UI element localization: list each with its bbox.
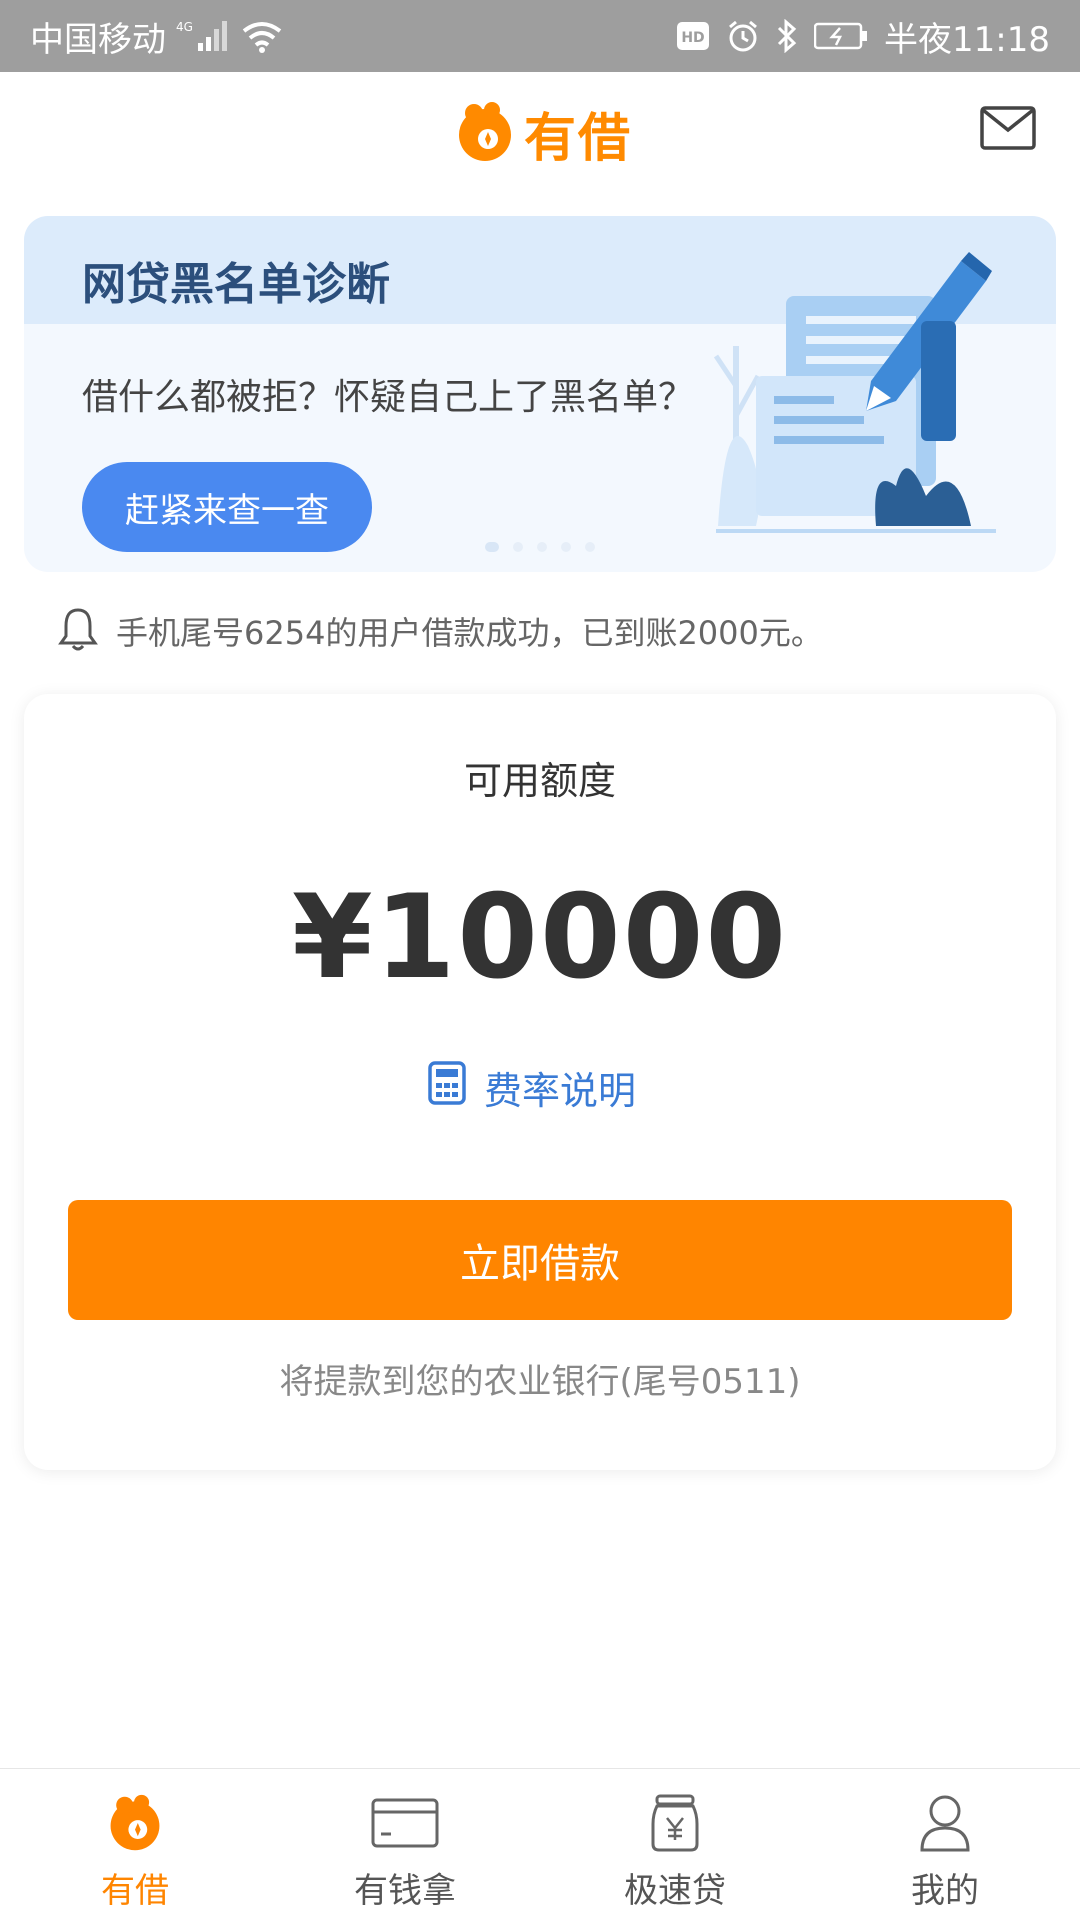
tab-youjie[interactable]: 有借 (0, 1769, 270, 1921)
youjie-logo-icon (99, 1787, 171, 1859)
rate-info-link[interactable]: 费率说明 (428, 1060, 636, 1115)
logo-text: 有借 (524, 109, 633, 169)
youjie-logo-icon (452, 99, 518, 169)
user-icon (909, 1787, 981, 1859)
tab-label: 有钱拿 (354, 1871, 456, 1911)
card-icon (369, 1787, 441, 1859)
clock: 半夜11:18 (884, 19, 1050, 60)
quota-card: 可用额度 ¥10000 费率说明 立即借款 将提款到您的农业银行(尾号0511) (24, 694, 1056, 1470)
blacklist-banner[interactable]: 网贷黑名单诊断 借什么都被拒？怀疑自己上了黑名单？ 赶紧来查一查 (24, 216, 1056, 572)
app-header: 有借 (0, 72, 1080, 212)
notice-text: 手机尾号6254的用户借款成功，已到账2000元。 (116, 614, 823, 652)
tab-label: 有借 (101, 1871, 169, 1911)
signal-icon: 4G (176, 19, 232, 53)
tab-mine[interactable]: 我的 (810, 1769, 1080, 1921)
bank-account-note: 将提款到您的农业银行(尾号0511) (279, 1362, 801, 1402)
money-jar-icon (639, 1787, 711, 1859)
app-logo: 有借 (452, 96, 632, 171)
borrow-now-button[interactable]: 立即借款 (68, 1200, 1012, 1320)
carousel-dots (24, 542, 1056, 552)
tab-youqianna[interactable]: 有钱拿 (270, 1769, 540, 1921)
wifi-icon (242, 19, 282, 53)
tab-label: 极速贷 (624, 1871, 726, 1911)
bluetooth-icon (776, 19, 798, 53)
check-now-button[interactable]: 赶紧来查一查 (82, 462, 372, 552)
quota-amount: ¥10000 (291, 870, 789, 1005)
tab-label: 我的 (911, 1871, 979, 1911)
svg-text:HD: HD (681, 30, 704, 46)
bell-icon (58, 606, 98, 656)
rate-link-label: 费率说明 (484, 1069, 637, 1113)
bottom-tab-bar: 有借 有钱拿 极速贷 我的 (0, 1768, 1080, 1921)
network-label: 4G (176, 20, 193, 34)
mail-button[interactable] (980, 106, 1036, 150)
battery-icon (814, 21, 868, 51)
loan-notice: 手机尾号6254的用户借款成功，已到账2000元。 (58, 606, 823, 656)
mail-icon (980, 106, 1036, 154)
tab-jisudai[interactable]: 极速贷 (540, 1769, 810, 1921)
banner-subtitle: 借什么都被拒？怀疑自己上了黑名单？ (82, 377, 695, 418)
banner-title: 网贷黑名单诊断 (82, 259, 390, 310)
calculator-icon (428, 1061, 466, 1114)
status-bar: 中国移动 4G HD 半夜11:18 (0, 0, 1080, 72)
hd-icon: HD (676, 21, 710, 51)
document-pen-illustration (696, 246, 1016, 556)
carrier-name: 中国移动 (30, 19, 166, 60)
alarm-icon (726, 19, 760, 53)
available-quota-label: 可用额度 (463, 759, 616, 803)
